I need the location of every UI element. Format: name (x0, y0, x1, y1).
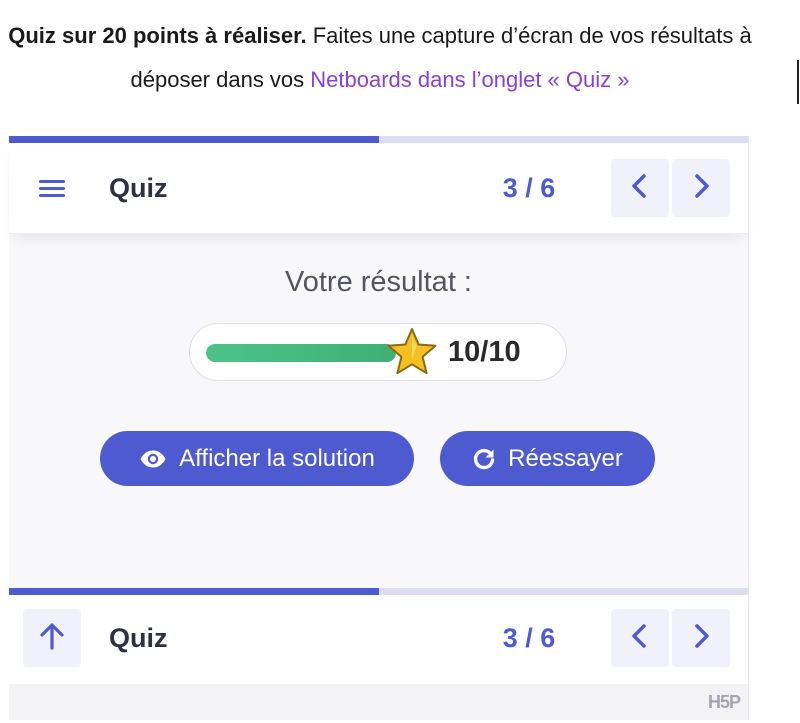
chevron-right-icon (690, 623, 712, 654)
bottom-previous-button[interactable] (611, 609, 669, 667)
score-bar-fill (206, 344, 396, 362)
h5p-footer: H5P (9, 684, 748, 720)
score-bar-track (206, 344, 396, 362)
eye-icon (139, 449, 167, 469)
top-next-button[interactable] (672, 159, 730, 217)
top-page-counter: 3 / 6 (502, 173, 556, 203)
retry-label: Réessayer (508, 444, 623, 472)
netboards-link[interactable]: Netboards dans l’onglet « Quiz » (310, 67, 629, 92)
scroll-to-top-button[interactable] (23, 609, 81, 667)
result-title: Votre résultat : (285, 266, 472, 298)
chevron-left-icon (629, 173, 651, 204)
show-solution-label: Afficher la solution (179, 444, 375, 472)
top-previous-button[interactable] (611, 159, 669, 217)
intro-bold-text: Quiz sur 20 points à réaliser. (8, 23, 307, 48)
score-display: 10/10 (189, 323, 567, 381)
arrow-up-icon (38, 621, 66, 656)
bottom-navigation-bar: Quiz 3 / 6 (9, 595, 748, 685)
retry-button[interactable]: Réessayer (440, 431, 655, 486)
menu-button[interactable] (23, 161, 81, 219)
top-progress-bar (9, 136, 748, 143)
top-progress-fill (9, 136, 379, 143)
score-text: 10/10 (448, 336, 521, 368)
top-navigation-bar: Quiz 3 / 6 (9, 143, 748, 234)
retry-icon (472, 447, 496, 471)
h5p-logo: H5P (707, 692, 741, 712)
bottom-progress-fill (9, 588, 379, 595)
bottom-next-button[interactable] (672, 609, 730, 667)
top-nav-title: Quiz (109, 173, 168, 203)
bottom-nav-title: Quiz (109, 623, 168, 653)
page-edge-rule (797, 60, 799, 104)
intro-paragraph: Quiz sur 20 points à réaliser. Faites un… (0, 14, 760, 102)
bottom-page-counter: 3 / 6 (502, 623, 556, 653)
show-solution-button[interactable]: Afficher la solution (100, 431, 414, 486)
hamburger-menu-icon (37, 176, 67, 205)
h5p-quiz-container: Quiz 3 / 6 Votre résultat : 10/10 Affich… (9, 136, 749, 720)
bottom-progress-bar (9, 588, 748, 595)
chevron-left-icon (629, 623, 651, 654)
chevron-right-icon (690, 173, 712, 204)
star-icon (386, 326, 438, 378)
